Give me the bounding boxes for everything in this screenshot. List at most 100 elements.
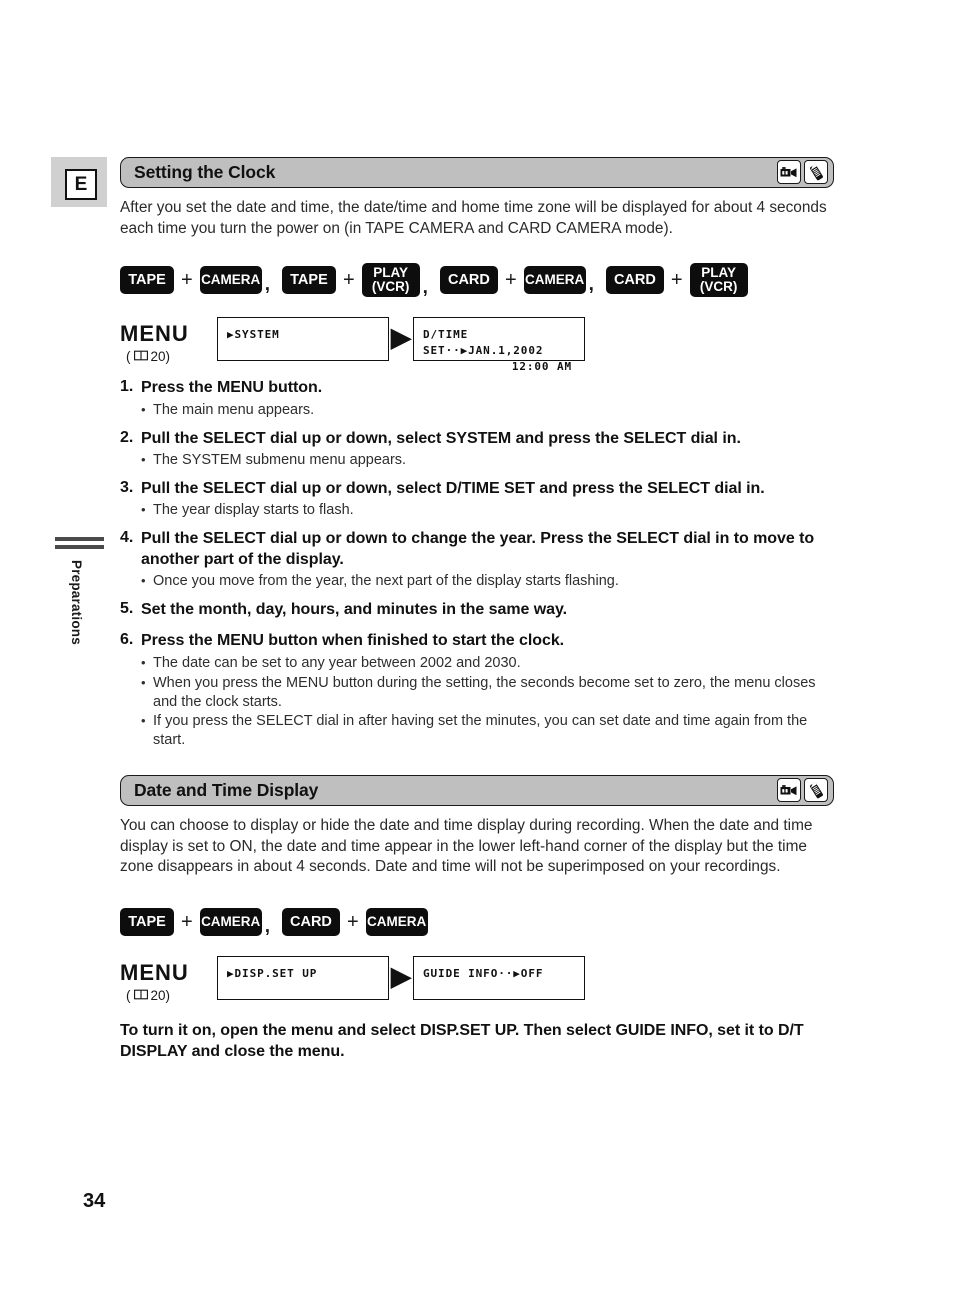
- camcorder-icon: [777, 160, 801, 184]
- bullet-dot-icon: •: [141, 573, 146, 589]
- menu-ref-page: 20): [150, 349, 171, 365]
- mode-button-card[interactable]: CARD: [605, 266, 664, 295]
- section-icon-group: [777, 160, 828, 184]
- list-item: 4. Pull the SELECT dial up or down to ch…: [120, 529, 834, 570]
- book-icon: [133, 349, 148, 364]
- menu-navigation-strip-clock: MENU ( 20) ▶SYSTEM ▶ D/TIME SET··▶JAN.1,…: [120, 317, 834, 373]
- menu-label-column: MENU ( 20): [120, 317, 217, 364]
- mode-button-tape[interactable]: TAPE: [120, 266, 174, 295]
- list-item: 2. Pull the SELECT dial up or down, sele…: [120, 429, 834, 449]
- mode-group: CARD + CAMERA ,: [439, 266, 606, 296]
- mode-group: TAPE + CAMERA ,: [120, 266, 282, 296]
- menu-ref-prefix: (: [126, 988, 131, 1004]
- bullet-dot-icon: •: [141, 713, 146, 729]
- chevron-right-icon: ▶: [391, 961, 411, 992]
- mode-button-row-date-time: TAPE + CAMERA , CARD + CAMERA: [120, 908, 834, 938]
- list-item: 1. Press the MENU button.: [120, 378, 834, 398]
- separator-comma: ,: [422, 277, 428, 299]
- step-number: 1.: [120, 378, 134, 396]
- menu-box-guide-info: GUIDE INFO··▶OFF: [413, 956, 585, 1001]
- camcorder-icon: [777, 778, 801, 803]
- bullet-text: The year display starts to flash.: [153, 502, 354, 519]
- list-item: 5. Set the month, day, hours, and minute…: [120, 600, 834, 620]
- mode-group: TAPE + PLAY (VCR) ,: [281, 263, 440, 299]
- numbered-step-list: 1. Press the MENU button. • The main men…: [120, 378, 834, 750]
- menu-button-label[interactable]: MENU: [120, 960, 217, 986]
- mode-button-play-vcr[interactable]: PLAY (VCR): [361, 263, 420, 298]
- separator-comma: ,: [264, 916, 270, 938]
- step-bullet-list: • The SYSTEM submenu menu appears.: [141, 451, 834, 470]
- page-number: 34: [83, 1190, 106, 1212]
- section-header-setting-the-clock: Setting the Clock: [120, 157, 834, 188]
- plus-symbol: +: [342, 269, 355, 292]
- bullet-text: The main menu appears.: [153, 401, 315, 418]
- step-bullet-list: • The main menu appears.: [141, 401, 834, 420]
- mode-button-row-clock: TAPE + CAMERA , TAPE + PLAY (VCR) , CARD…: [120, 263, 834, 299]
- step-number: 6.: [120, 631, 134, 649]
- memory-card-icon: [804, 160, 828, 184]
- plus-symbol: +: [181, 911, 193, 934]
- menu-box-line-2: 12:00 AM: [511, 360, 572, 374]
- plus-symbol: +: [504, 269, 517, 292]
- mode-button-tape[interactable]: TAPE: [281, 266, 336, 295]
- sidebar-divider-line-1: [55, 537, 104, 541]
- step-bullet-list: • Once you move from the year, the next …: [141, 572, 834, 591]
- list-item: • The date can be set to any year betwee…: [141, 654, 834, 673]
- section-header-date-and-time-display: Date and Time Display: [120, 775, 834, 807]
- menu-navigation-strip-date-time: MENU ( 20) ▶DISP.SET UP ▶ GUIDE INFO··▶O…: [120, 956, 834, 1003]
- language-tab-letter: E: [65, 169, 97, 200]
- menu-box-line-1: GUIDE INFO··▶OFF: [423, 967, 544, 981]
- bullet-text: Once you move from the year, the next pa…: [153, 573, 619, 590]
- list-item: • The year display starts to flash.: [141, 501, 834, 520]
- separator-comma: ,: [264, 274, 270, 296]
- list-item: • Once you move from the year, the next …: [141, 572, 834, 591]
- list-item: • The SYSTEM submenu menu appears.: [141, 451, 834, 470]
- section-icon-group: [777, 778, 828, 803]
- step-number: 3.: [120, 478, 134, 496]
- bullet-dot-icon: •: [141, 452, 146, 468]
- plus-symbol: +: [670, 269, 683, 292]
- chevron-right-icon: ▶: [391, 322, 411, 353]
- mode-group: CARD + CAMERA: [281, 908, 428, 937]
- menu-box-disp-set-up: ▶DISP.SET UP: [217, 956, 389, 1001]
- step-text: Pull the SELECT dial up or down, select …: [141, 479, 765, 497]
- step-text: Pull the SELECT dial up or down to chang…: [141, 530, 815, 568]
- mode-button-play-line1: PLAY: [701, 265, 736, 281]
- mode-button-camera[interactable]: CAMERA: [199, 266, 262, 295]
- mode-button-play-line2: (VCR): [371, 279, 410, 295]
- bullet-text: When you press the MENU button during th…: [153, 674, 816, 710]
- page-title: Date and Time Display: [134, 780, 319, 801]
- menu-box-system: ▶SYSTEM: [217, 317, 389, 362]
- sidebar-divider-line-2: [55, 545, 104, 549]
- bullet-dot-icon: •: [141, 502, 146, 518]
- mode-button-camera[interactable]: CAMERA: [199, 908, 262, 937]
- step-text: Pull the SELECT dial up or down, select …: [141, 429, 741, 447]
- book-icon: [133, 988, 148, 1003]
- memory-card-icon: [804, 778, 828, 803]
- bullet-dot-icon: •: [141, 654, 146, 670]
- mode-button-card[interactable]: CARD: [439, 266, 498, 295]
- menu-box-dtime-set: D/TIME SET··▶JAN.1,2002 12:00 AM: [413, 317, 585, 373]
- mode-button-tape[interactable]: TAPE: [120, 908, 174, 937]
- bullet-text: If you press the SELECT dial in after ha…: [153, 713, 808, 749]
- step-bullet-list: • The year display starts to flash.: [141, 501, 834, 520]
- menu-button-label[interactable]: MENU: [120, 321, 217, 347]
- section-intro-paragraph: You can choose to display or hide the da…: [120, 817, 813, 876]
- mode-button-play-vcr[interactable]: PLAY (VCR): [689, 263, 748, 298]
- page-content: Setting the Clock After you set the date…: [120, 157, 834, 1063]
- bullet-text: The SYSTEM submenu menu appears.: [153, 452, 407, 469]
- menu-page-reference: ( 20): [126, 988, 217, 1003]
- menu-ref-page: 20): [150, 988, 171, 1004]
- mode-button-camera[interactable]: CAMERA: [523, 266, 586, 295]
- mode-button-card[interactable]: CARD: [281, 908, 340, 937]
- step-text: Set the month, day, hours, and minutes i…: [141, 601, 568, 618]
- list-item: • When you press the MENU button during …: [141, 674, 834, 712]
- mode-button-play-line2: (VCR): [699, 279, 738, 295]
- mode-button-camera[interactable]: CAMERA: [365, 908, 428, 937]
- separator-comma: ,: [588, 274, 594, 296]
- menu-page-reference: ( 20): [126, 349, 217, 364]
- bullet-dot-icon: •: [141, 401, 146, 417]
- list-item: • If you press the SELECT dial in after …: [141, 712, 834, 750]
- sidebar-divider: [55, 537, 104, 553]
- list-item: • The main menu appears.: [141, 401, 834, 420]
